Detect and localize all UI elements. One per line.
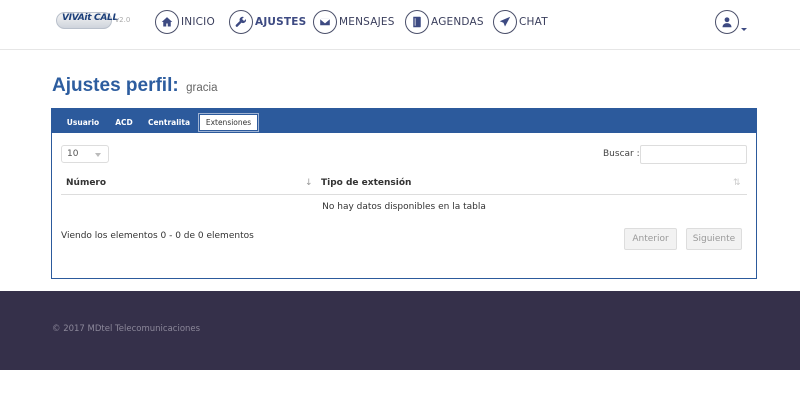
nav-item-agendas[interactable]: AGENDAS (405, 10, 484, 34)
tab-extensiones[interactable]: Extensiones (198, 113, 259, 132)
footer: © 2017 MDtel Telecomunicaciones (0, 291, 800, 370)
header-divider (61, 194, 747, 195)
page-title-main: Ajustes perfil: (52, 75, 179, 96)
user-icon (721, 16, 733, 28)
logo-version: v2.0 (115, 16, 131, 24)
app-logo[interactable]: VIVAit CALL v2.0 (56, 8, 131, 34)
logo-brand: VIVAit CALL (62, 13, 118, 23)
nav-item-ajustes[interactable]: AJUSTES (229, 10, 306, 34)
tab-centralita[interactable]: Centralita (144, 114, 194, 131)
nav-label: AJUSTES (255, 16, 307, 28)
settings-panel: Usuario ACD Centralita Extensiones 10 Bu… (51, 108, 757, 279)
send-icon (493, 10, 517, 34)
column-header-tipo[interactable]: Tipo de extensión (321, 178, 411, 188)
search-input[interactable] (640, 145, 747, 164)
sort-both-icon[interactable]: ⇅ (733, 178, 741, 188)
chevron-down-icon (95, 153, 101, 157)
tab-usuario[interactable]: Usuario (62, 114, 104, 131)
wrench-icon (229, 10, 253, 34)
envelope-icon (313, 10, 337, 34)
page-length-value: 10 (67, 149, 79, 159)
copyright-text: © 2017 MDtel Telecomunicaciones (52, 324, 201, 334)
top-navbar: VIVAit CALL v2.0 INICIO AJUSTES MENSAJES (0, 0, 800, 50)
sort-desc-icon[interactable]: ↓ (305, 178, 313, 188)
nav-item-mensajes[interactable]: MENSAJES (313, 10, 395, 34)
search-label: Buscar : (603, 149, 640, 159)
nav-item-chat[interactable]: CHAT (493, 10, 548, 34)
empty-table-message: No hay datos disponibles en la tabla (322, 202, 486, 212)
nav-label: INICIO (181, 16, 215, 28)
user-menu-button[interactable] (715, 10, 739, 34)
home-icon (155, 10, 179, 34)
tab-bar: Usuario ACD Centralita Extensiones (52, 109, 756, 133)
page-title: Ajustes perfil: gracia (52, 75, 217, 97)
tab-acd[interactable]: ACD (109, 114, 139, 131)
column-header-numero[interactable]: Número (66, 178, 106, 188)
previous-page-button[interactable]: Anterior (624, 228, 677, 250)
nav-label: AGENDAS (431, 16, 484, 28)
next-page-button[interactable]: Siguiente (686, 228, 742, 250)
nav-label: CHAT (519, 16, 548, 28)
nav-item-inicio[interactable]: INICIO (155, 10, 215, 34)
book-icon (405, 10, 429, 34)
table-info: Viendo los elementos 0 - 0 de 0 elemento… (61, 231, 254, 241)
page-length-select[interactable]: 10 (61, 145, 109, 163)
chevron-down-icon[interactable] (741, 28, 747, 31)
page-title-user: gracia (186, 82, 218, 94)
nav-label: MENSAJES (339, 16, 395, 28)
